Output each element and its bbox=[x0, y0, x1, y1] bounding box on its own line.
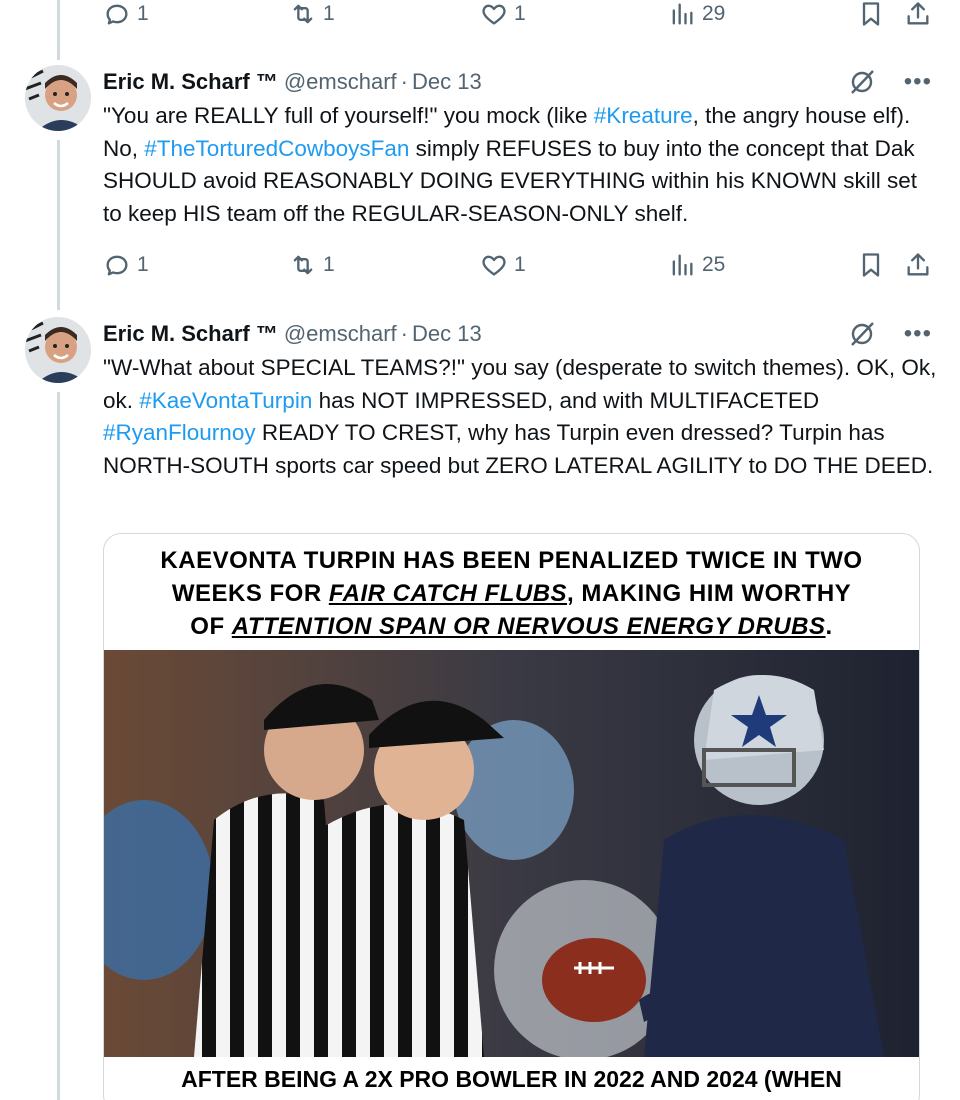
heart-icon bbox=[482, 4, 506, 25]
tweet-text: "W-What about SPECIAL TEAMS?!" you say (… bbox=[103, 355, 937, 478]
bookmark-icon bbox=[862, 253, 880, 277]
avatar-image bbox=[25, 65, 91, 131]
separator: · bbox=[400, 69, 408, 94]
tweet-actions: 1 1 1 25 bbox=[103, 248, 935, 282]
repost-button[interactable]: 1 bbox=[289, 248, 335, 282]
like-button[interactable]: 1 bbox=[480, 248, 526, 282]
tweet-actions: 1 1 1 29 bbox=[103, 0, 935, 31]
repost-icon bbox=[293, 255, 313, 275]
tweet-date[interactable]: Dec 13 bbox=[412, 321, 482, 347]
author-name[interactable]: Eric M. Scharf ™ bbox=[103, 321, 278, 347]
author-handle[interactable]: @emscharf bbox=[284, 69, 397, 95]
hashtag-link[interactable]: #TheTorturedCowboysFan bbox=[144, 136, 409, 161]
avatar-image bbox=[25, 317, 91, 383]
repost-icon bbox=[293, 4, 313, 24]
header-icons: ••• bbox=[848, 319, 932, 349]
author-handle[interactable]: @emscharf bbox=[284, 321, 397, 347]
reply-button[interactable]: 1 bbox=[103, 248, 149, 282]
views-button[interactable]: 25 bbox=[668, 248, 725, 282]
separator: · bbox=[400, 321, 408, 346]
avatar[interactable] bbox=[25, 65, 91, 131]
bookmark-button[interactable] bbox=[857, 0, 885, 31]
thread-line bbox=[57, 0, 60, 60]
media-photo bbox=[104, 650, 919, 1057]
grok-icon[interactable] bbox=[848, 68, 876, 96]
thread-line bbox=[57, 392, 60, 1100]
hashtag-link[interactable]: #KaeVontaTurpin bbox=[139, 388, 312, 413]
views-icon bbox=[672, 3, 693, 25]
like-button[interactable]: 1 bbox=[480, 0, 526, 31]
media-bottom-caption: AFTER BEING A 2X PRO BOWLER IN 2022 AND … bbox=[181, 1066, 842, 1092]
header-icons: ••• bbox=[848, 67, 932, 97]
views-icon bbox=[672, 254, 693, 276]
tweet-header: Eric M. Scharf ™ @emscharf · Dec 13 bbox=[103, 66, 482, 98]
avatar[interactable] bbox=[25, 317, 91, 383]
hashtag-link[interactable]: #Kreature bbox=[594, 103, 693, 128]
views-button[interactable]: 29 bbox=[668, 0, 725, 31]
reply-icon bbox=[106, 4, 128, 25]
share-button[interactable] bbox=[904, 248, 932, 282]
hashtag-link[interactable]: #RyanFlournoy bbox=[103, 420, 256, 445]
media-caption: KAEVONTA TURPIN HAS BEEN PENALIZED TWICE… bbox=[160, 547, 863, 640]
heart-icon bbox=[482, 255, 506, 276]
share-button[interactable] bbox=[904, 0, 932, 31]
thread-line bbox=[57, 140, 60, 310]
tweet-text: "You are REALLY full of yourself!" you m… bbox=[103, 103, 917, 226]
tweet-media[interactable]: KAEVONTA TURPIN HAS BEEN PENALIZED TWICE… bbox=[103, 533, 920, 1100]
more-options-icon[interactable]: ••• bbox=[904, 70, 932, 94]
tweet-header: Eric M. Scharf ™ @emscharf · Dec 13 bbox=[103, 318, 482, 350]
reply-button[interactable]: 1 bbox=[103, 0, 149, 31]
more-options-icon[interactable]: ••• bbox=[904, 322, 932, 346]
share-icon bbox=[907, 253, 929, 276]
repost-button[interactable]: 1 bbox=[289, 0, 335, 31]
reply-icon bbox=[106, 255, 128, 276]
grok-icon[interactable] bbox=[848, 320, 876, 348]
bookmark-icon bbox=[862, 2, 880, 26]
football-photo bbox=[104, 650, 919, 1057]
author-name[interactable]: Eric M. Scharf ™ bbox=[103, 69, 278, 95]
share-icon bbox=[907, 2, 929, 25]
bookmark-button[interactable] bbox=[857, 248, 885, 282]
tweet-date[interactable]: Dec 13 bbox=[412, 69, 482, 95]
